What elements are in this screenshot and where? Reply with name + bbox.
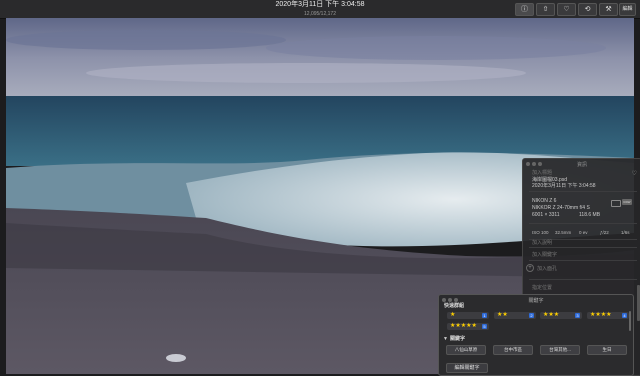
camera-icon xyxy=(611,200,621,207)
shutter-speed: 1/6s xyxy=(621,230,630,235)
shortcut-badge: 5 xyxy=(482,324,487,329)
location-field[interactable]: 指定位置 xyxy=(532,284,552,291)
favorite-button[interactable]: ♡ xyxy=(557,3,576,16)
dimensions: 6001 × 3311 xyxy=(532,212,560,218)
keyword-tag[interactable]: 台中市區 xyxy=(493,345,533,355)
rating-stars: ★★★ xyxy=(543,312,560,318)
info-button[interactable]: ⓘ xyxy=(515,3,534,16)
divider xyxy=(529,279,637,280)
rating-stars: ★ xyxy=(450,312,456,318)
info-panel-header: 資訊 xyxy=(576,162,587,168)
shortcut-badge: 2 xyxy=(529,313,534,318)
rating-1-button[interactable]: ★ 1 xyxy=(447,312,489,319)
disclosure-triangle-icon[interactable]: ▼ xyxy=(443,336,448,342)
add-keyword-field[interactable]: 加入關鍵字 xyxy=(532,251,557,258)
share-button[interactable]: ⇧ xyxy=(536,3,555,16)
divider xyxy=(529,260,637,261)
divider xyxy=(529,247,637,248)
rotate-icon: ⟲ xyxy=(584,6,591,13)
share-icon: ⇧ xyxy=(542,6,549,13)
magic-wand-icon: ⚒ xyxy=(605,6,612,13)
file-size: 118.6 MB xyxy=(579,212,601,218)
keywords-scrollbar[interactable] xyxy=(629,311,631,331)
photo-time: 下午 3:04:58 xyxy=(567,183,596,189)
rating-3-button[interactable]: ★★★ 3 xyxy=(540,312,582,319)
rating-2-button[interactable]: ★★ 2 xyxy=(494,312,536,319)
camera-model: NIKON Z 6 xyxy=(532,198,557,204)
rating-5-button[interactable]: ★★★★★ 5 xyxy=(447,323,489,330)
keyword-tag[interactable]: 台灣其他... xyxy=(540,345,580,355)
rotate-button[interactable]: ⟲ xyxy=(578,3,597,16)
rating-stars: ★★★★★ xyxy=(450,323,477,329)
shortcut-badge: 4 xyxy=(622,313,627,318)
keywords-panel: 關鍵字 快速群組 ★ 1 ★★ 2 ★★★ 3 ★★★★ 4 ★★★★★ 5 ▼ 關鍵字 … xyxy=(438,294,634,376)
rating-stars: ★★★★ xyxy=(590,312,612,318)
rating-stars: ★★ xyxy=(497,312,508,318)
shortcut-badge: 3 xyxy=(575,313,580,318)
focal-length: 32.5mm xyxy=(555,230,572,235)
aperture: ƒ/22 xyxy=(600,230,609,235)
add-face-icon[interactable]: + xyxy=(526,264,534,272)
lens-model: NIKKOR Z 24-70mm f/4 S xyxy=(532,205,590,211)
exposure-bias: 0 ev xyxy=(579,230,588,235)
title-bar: 2020年3月11日 下午 3:04:58 12,095/12,172 ⓘ ⇧ … xyxy=(0,0,640,19)
info-icon: ⓘ xyxy=(521,6,528,13)
keyword-tag[interactable]: 八仙山草原 xyxy=(446,345,486,355)
quick-group-title: 快速群組 xyxy=(444,303,465,309)
enhance-button[interactable]: ⚒ xyxy=(599,3,618,16)
favorite-heart-icon[interactable]: ♡ xyxy=(632,170,637,177)
keywords-section-label: 關鍵字 xyxy=(450,336,466,342)
iso-value: ISO 100 xyxy=(532,230,549,235)
keyword-tag[interactable]: 生日 xyxy=(587,345,627,355)
heart-icon: ♡ xyxy=(563,6,570,13)
add-caption-field[interactable]: 加入說明 xyxy=(532,239,552,246)
date-time: 2020年3月11日 下午 3:04:58 xyxy=(532,182,596,189)
edit-button[interactable]: 編輯 xyxy=(619,3,636,16)
rating-4-button[interactable]: ★★★★ 4 xyxy=(587,312,629,319)
photo-date: 2020年3月11日 xyxy=(532,183,567,189)
add-title-field[interactable]: 加入標題 xyxy=(532,169,552,176)
raw-badge: RAW xyxy=(622,199,632,205)
shortcut-badge: 1 xyxy=(482,313,487,318)
add-face-label[interactable]: 加入面孔 xyxy=(537,265,557,272)
divider xyxy=(529,223,637,224)
divider xyxy=(529,191,637,192)
keywords-panel-header: 關鍵字 xyxy=(528,298,544,304)
edit-keywords-button[interactable]: 編輯關鍵字 xyxy=(446,363,488,373)
